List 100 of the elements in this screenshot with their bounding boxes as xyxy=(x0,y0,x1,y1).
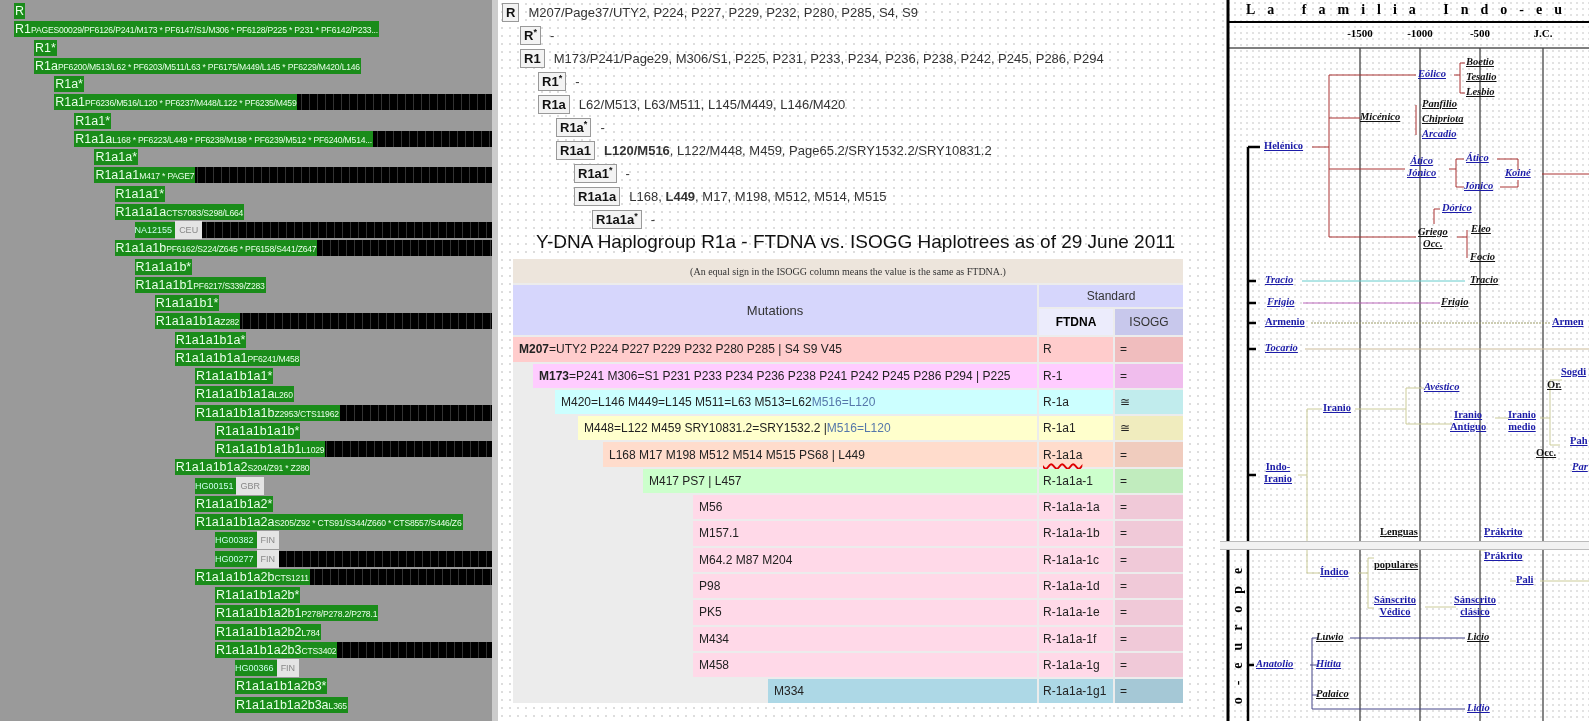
clade-label[interactable]: R1a1PF6236/M516/L120 * PF6237/M448/L122 * PF6235/M459 xyxy=(54,94,298,111)
clade-label[interactable]: R1a1a1b1a2bCTS1211 xyxy=(194,568,310,585)
clade-code[interactable]: R1a1a xyxy=(574,187,621,207)
clade-label[interactable]: R1a1a* xyxy=(94,149,139,166)
language-link[interactable]: Eólico xyxy=(1418,68,1446,80)
language-link[interactable]: Prákrito xyxy=(1484,526,1523,538)
language-link[interactable]: Anatolio xyxy=(1256,658,1294,670)
clade-label[interactable]: R1PAGES00029/PF6126/P241/M173 * PF6147/S1/M306 * PF6128/P225 * P231 * PF6142/P233... xyxy=(14,21,379,38)
clade-label[interactable]: R1a1a1b1a* xyxy=(174,331,247,348)
clade-label[interactable]: R1a1a1b1a2b* xyxy=(215,587,301,604)
clade-code[interactable]: R1a1 xyxy=(556,141,596,161)
language-link[interactable]: Arcadio xyxy=(1422,128,1457,140)
language-link[interactable]: Tocario xyxy=(1265,342,1298,354)
clade-code[interactable]: R1a1a$^{*}$ xyxy=(592,210,642,230)
clade-label[interactable]: R1a* xyxy=(54,76,84,93)
clade-label[interactable]: R1a1a1b1a1aL260 xyxy=(194,386,294,403)
language-link[interactable]: Jónico xyxy=(1464,180,1494,192)
language-link[interactable]: Pah xyxy=(1570,435,1588,447)
mutation-cell: M434 xyxy=(693,626,1037,651)
language-link[interactable]: Indo- Iranio xyxy=(1264,461,1292,485)
language-label: Occ. xyxy=(1536,447,1557,459)
clade-label[interactable]: R1a1a1b1a2b3* xyxy=(235,678,328,695)
clade-label[interactable]: R1a1a1b1a2b3aL365 xyxy=(235,696,348,713)
table-cell: = xyxy=(1115,521,1183,546)
language-link[interactable]: Sogdi xyxy=(1561,366,1587,378)
language-label: Palaico xyxy=(1316,688,1349,700)
axis-tick-label: -1500 xyxy=(1346,27,1374,39)
clade-code[interactable]: R1$^{*}$ xyxy=(538,72,567,92)
sample-id[interactable]: NA12155 xyxy=(134,222,176,239)
clade-label[interactable]: R1a1a1b1a2S204/Z91 * Z280 xyxy=(174,459,311,476)
clade-label[interactable]: R1a1a1b1a2* xyxy=(194,495,274,512)
figure-title: Y-DNA Haplogroup R1a - FTDNA vs. ISOGG Haplotrees as of 29 June 2011 xyxy=(535,230,1176,255)
clade-label[interactable]: R1a1a1b1a2b3CTS3402 xyxy=(215,641,338,658)
clade-label[interactable]: R1a1a1b1PF6217/S339/Z283 xyxy=(134,276,266,293)
clade-label[interactable]: R1a1a1b1a2b2L784 xyxy=(215,623,321,640)
language-link[interactable]: Iranio medio xyxy=(1508,409,1536,433)
language-link[interactable]: Tracio xyxy=(1265,274,1294,286)
language-link[interactable]: Sánscrito Védico xyxy=(1374,594,1416,618)
sample-id[interactable]: HG00366 xyxy=(235,660,277,677)
clade-label[interactable]: R1a1* xyxy=(74,112,112,129)
mutation-cell: M207=UTY2 P224 P227 P229 P232 P280 P285 | S4 S9 V45 xyxy=(513,337,1037,362)
clade-label[interactable]: R1a1a1b1a1b1L1029 xyxy=(215,441,326,458)
clade-label[interactable]: R1a1a1M417 * PAGE7 xyxy=(94,167,196,184)
clade-label[interactable]: R1a1a1b1a2aS205/Z92 * CTS91/S344/Z660 * CTS8557/S446/Z6 xyxy=(194,514,463,531)
marker-list: - xyxy=(549,28,555,44)
clade-label[interactable]: R1a1aL168 * PF6223/L449 * PF6238/M198 * PF6239/M512 * PF6240/M514... xyxy=(74,130,373,147)
language-link[interactable]: Prákrito xyxy=(1484,550,1523,562)
clade-label[interactable]: R1a1a1b1a1bZ2953/CTS11962 xyxy=(194,404,340,421)
clade-label[interactable]: R1a1a1b1a1* xyxy=(194,368,274,385)
language-link[interactable]: Lidio xyxy=(1467,702,1490,714)
clade-label[interactable]: R1* xyxy=(34,39,57,56)
language-link[interactable]: Hitita xyxy=(1316,658,1342,670)
sample-id[interactable]: HG00382 xyxy=(215,532,257,549)
language-link[interactable]: Iranio Antiguo xyxy=(1450,409,1487,433)
table-cell: = xyxy=(1115,468,1183,494)
sample-id[interactable]: HG00151 xyxy=(194,477,237,494)
language-link[interactable]: Iranio xyxy=(1323,402,1351,414)
clade-label[interactable]: R1a1a1b1a2b1P278/P278.2/P278.1 xyxy=(215,605,379,622)
clade-label[interactable]: R1a1a1b1aZ282 xyxy=(154,313,241,330)
language-link[interactable]: Armenio xyxy=(1265,316,1305,328)
marker-list: L120/M516, L122/M448, M459, Page65.2/SRY1532.2/SRY10831.2 xyxy=(604,143,992,159)
table-note: (An equal sign in the ISOGG column means the value is the same as FTDNA.) xyxy=(513,259,1183,284)
language-link[interactable]: Koiné xyxy=(1505,167,1531,179)
clade-label[interactable]: R xyxy=(14,3,26,20)
mutation-cell: M417 PS7 | L457 xyxy=(643,468,1037,494)
language-link[interactable]: Par xyxy=(1572,461,1588,473)
column-header: Mutations xyxy=(513,285,1037,336)
clade-label[interactable]: R1a1a1* xyxy=(114,185,166,202)
language-label: Micénico xyxy=(1360,111,1401,123)
clade-code[interactable]: R xyxy=(502,3,520,23)
language-label: Griego Occ. xyxy=(1418,226,1448,250)
clade-label[interactable]: R1a1a1b1a1b* xyxy=(215,422,301,439)
language-link[interactable]: Dórico xyxy=(1442,202,1472,214)
language-link[interactable]: Frigio xyxy=(1267,296,1295,308)
language-link[interactable]: Helénico xyxy=(1264,140,1304,152)
clade-code[interactable]: R1a1$^{*}$ xyxy=(574,164,617,184)
language-link[interactable]: Pali xyxy=(1516,574,1534,586)
clade-label[interactable]: R1a1a1b* xyxy=(134,258,193,275)
language-link[interactable]: Sánscrito clásico xyxy=(1454,594,1496,618)
sample-id[interactable]: HG00277 xyxy=(215,550,257,567)
mutation-cell: M173=P241 M306=S1 P231 P233 P234 P236 P238 P241 P242 P245 P286 P294 | P225 xyxy=(533,363,1037,388)
clade-code[interactable]: R1a xyxy=(538,95,570,115)
language-link[interactable]: Ático Jónico xyxy=(1407,155,1437,179)
clade-label[interactable]: R1aPF6200/M513/L62 * PF6203/M511/L63 * PF6175/M449/L145 * PF6229/M420/L146 xyxy=(34,57,361,74)
clade-code[interactable]: R1 xyxy=(520,49,545,69)
marker-list: M173/P241/Page29, M306/S1, P225, P231, P233, P234, P236, P238, P242, P245, P286, P294 xyxy=(553,51,1104,67)
clade-label[interactable]: R1a1a1b1* xyxy=(154,295,220,312)
language-link[interactable]: Armen xyxy=(1552,316,1584,328)
table-cell: = xyxy=(1115,573,1183,599)
language-link[interactable]: Índico xyxy=(1320,566,1349,578)
clade-label[interactable]: R1a1a1aCTS7083/S298/L664 xyxy=(114,203,245,220)
clade-code[interactable]: R1a$^{*}$ xyxy=(556,118,592,138)
language-link[interactable]: Ático xyxy=(1466,152,1489,164)
clade-label[interactable]: R1a1a1bPF6162/S224/Z645 * PF6158/S441/Z647 xyxy=(114,240,318,257)
table-cell: R-1a1a-1c xyxy=(1039,547,1113,572)
language-link[interactable]: Avéstico xyxy=(1424,381,1460,393)
clade-code[interactable]: R$^{*}$ xyxy=(520,26,541,46)
clade-label[interactable]: R1a1a1b1a1PF6241/M458 xyxy=(174,349,301,366)
column-header: FTDNA xyxy=(1039,309,1113,336)
language-label: Lesbio xyxy=(1466,86,1495,98)
